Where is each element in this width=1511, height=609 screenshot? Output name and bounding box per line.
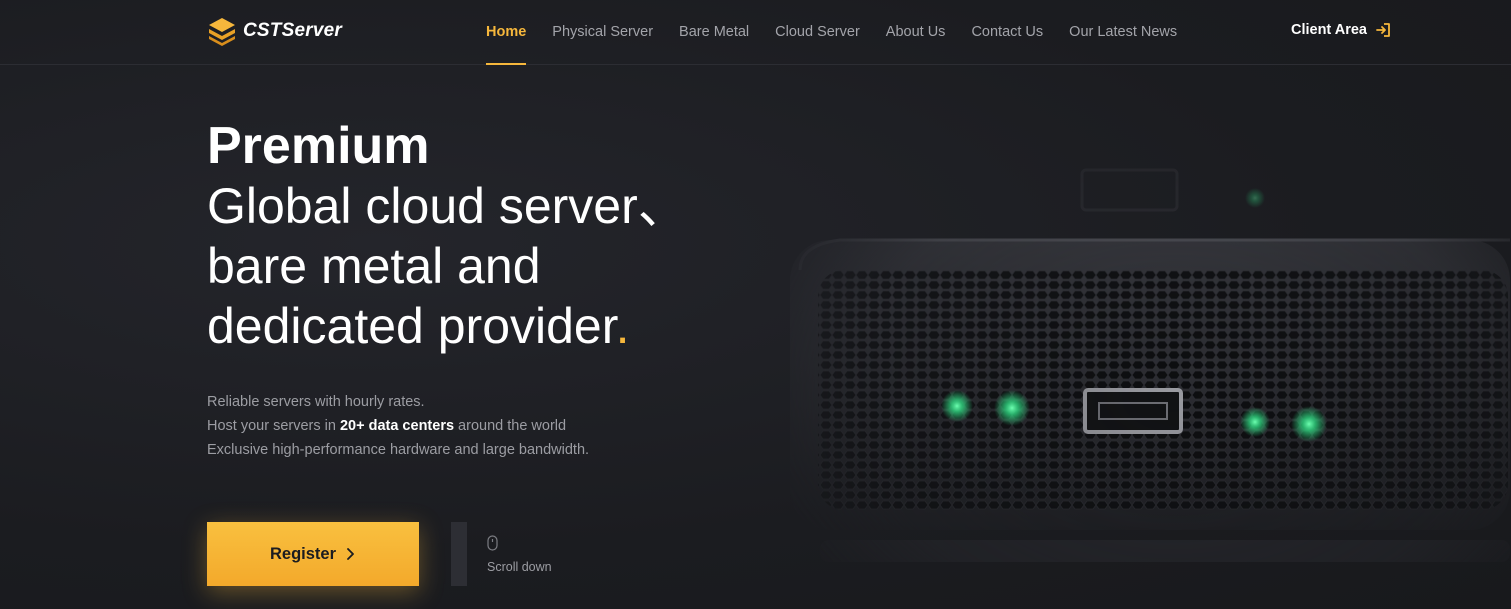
page: CSTServer Home Physical Server Bare Meta… [0,0,1511,609]
desc-line1: Reliable servers with hourly rates. [207,394,425,410]
register-label: Register [269,544,337,563]
hero-description: Reliable servers with hourly rates. Host… [207,390,589,462]
nav-item-about-us[interactable]: About Us [886,0,946,65]
hero-title-line4-text: dedicated provider [207,298,616,354]
header: CSTServer Home Physical Server Bare Meta… [0,0,1511,65]
logo[interactable]: CSTServer [207,16,342,46]
nav-item-cloud-server[interactable]: Cloud Server [775,0,860,65]
mouse-icon [487,535,498,551]
client-area-label: Client Area [1290,22,1367,38]
main-nav: Home Physical Server Bare Metal Cloud Se… [486,0,1203,65]
nav-item-latest-news[interactable]: Our Latest News [1069,0,1177,65]
scroll-down-label[interactable]: Scroll down [487,560,552,574]
desc-line2: Host your servers in 20+ data centers ar… [207,414,589,438]
hero-title-premium: Premium [207,117,430,175]
nav-item-bare-metal[interactable]: Bare Metal [679,0,749,65]
nav-item-contact-us[interactable]: Contact Us [971,0,1043,65]
hero-title-line4: dedicated provider. [207,296,767,356]
hero-title-line3: bare metal and [207,238,541,294]
hero-title-line2: Global cloud server、 [207,178,688,234]
chevron-right-icon [347,548,354,560]
divider [451,522,467,586]
hero-title: Global cloud server、 bare metal and dedi… [207,176,767,356]
nav-item-physical-server[interactable]: Physical Server [552,0,653,65]
brand-name: CSTServer [243,20,342,41]
logo-icon [209,18,235,46]
nav-item-home[interactable]: Home [486,0,527,65]
client-area-link[interactable]: Client Area [1291,22,1391,38]
desc-line3: Exclusive high-performance hardware and … [207,442,590,458]
register-button[interactable]: Register [207,522,419,586]
hero-title-period: . [615,298,630,354]
sign-in-icon [1376,23,1390,37]
desc-line2-pre: Host your servers in [207,418,340,434]
desc-line2-bold: 20+ data centers [339,418,455,434]
desc-line2-post: around the world [454,418,567,434]
server-illustration [790,168,1510,562]
